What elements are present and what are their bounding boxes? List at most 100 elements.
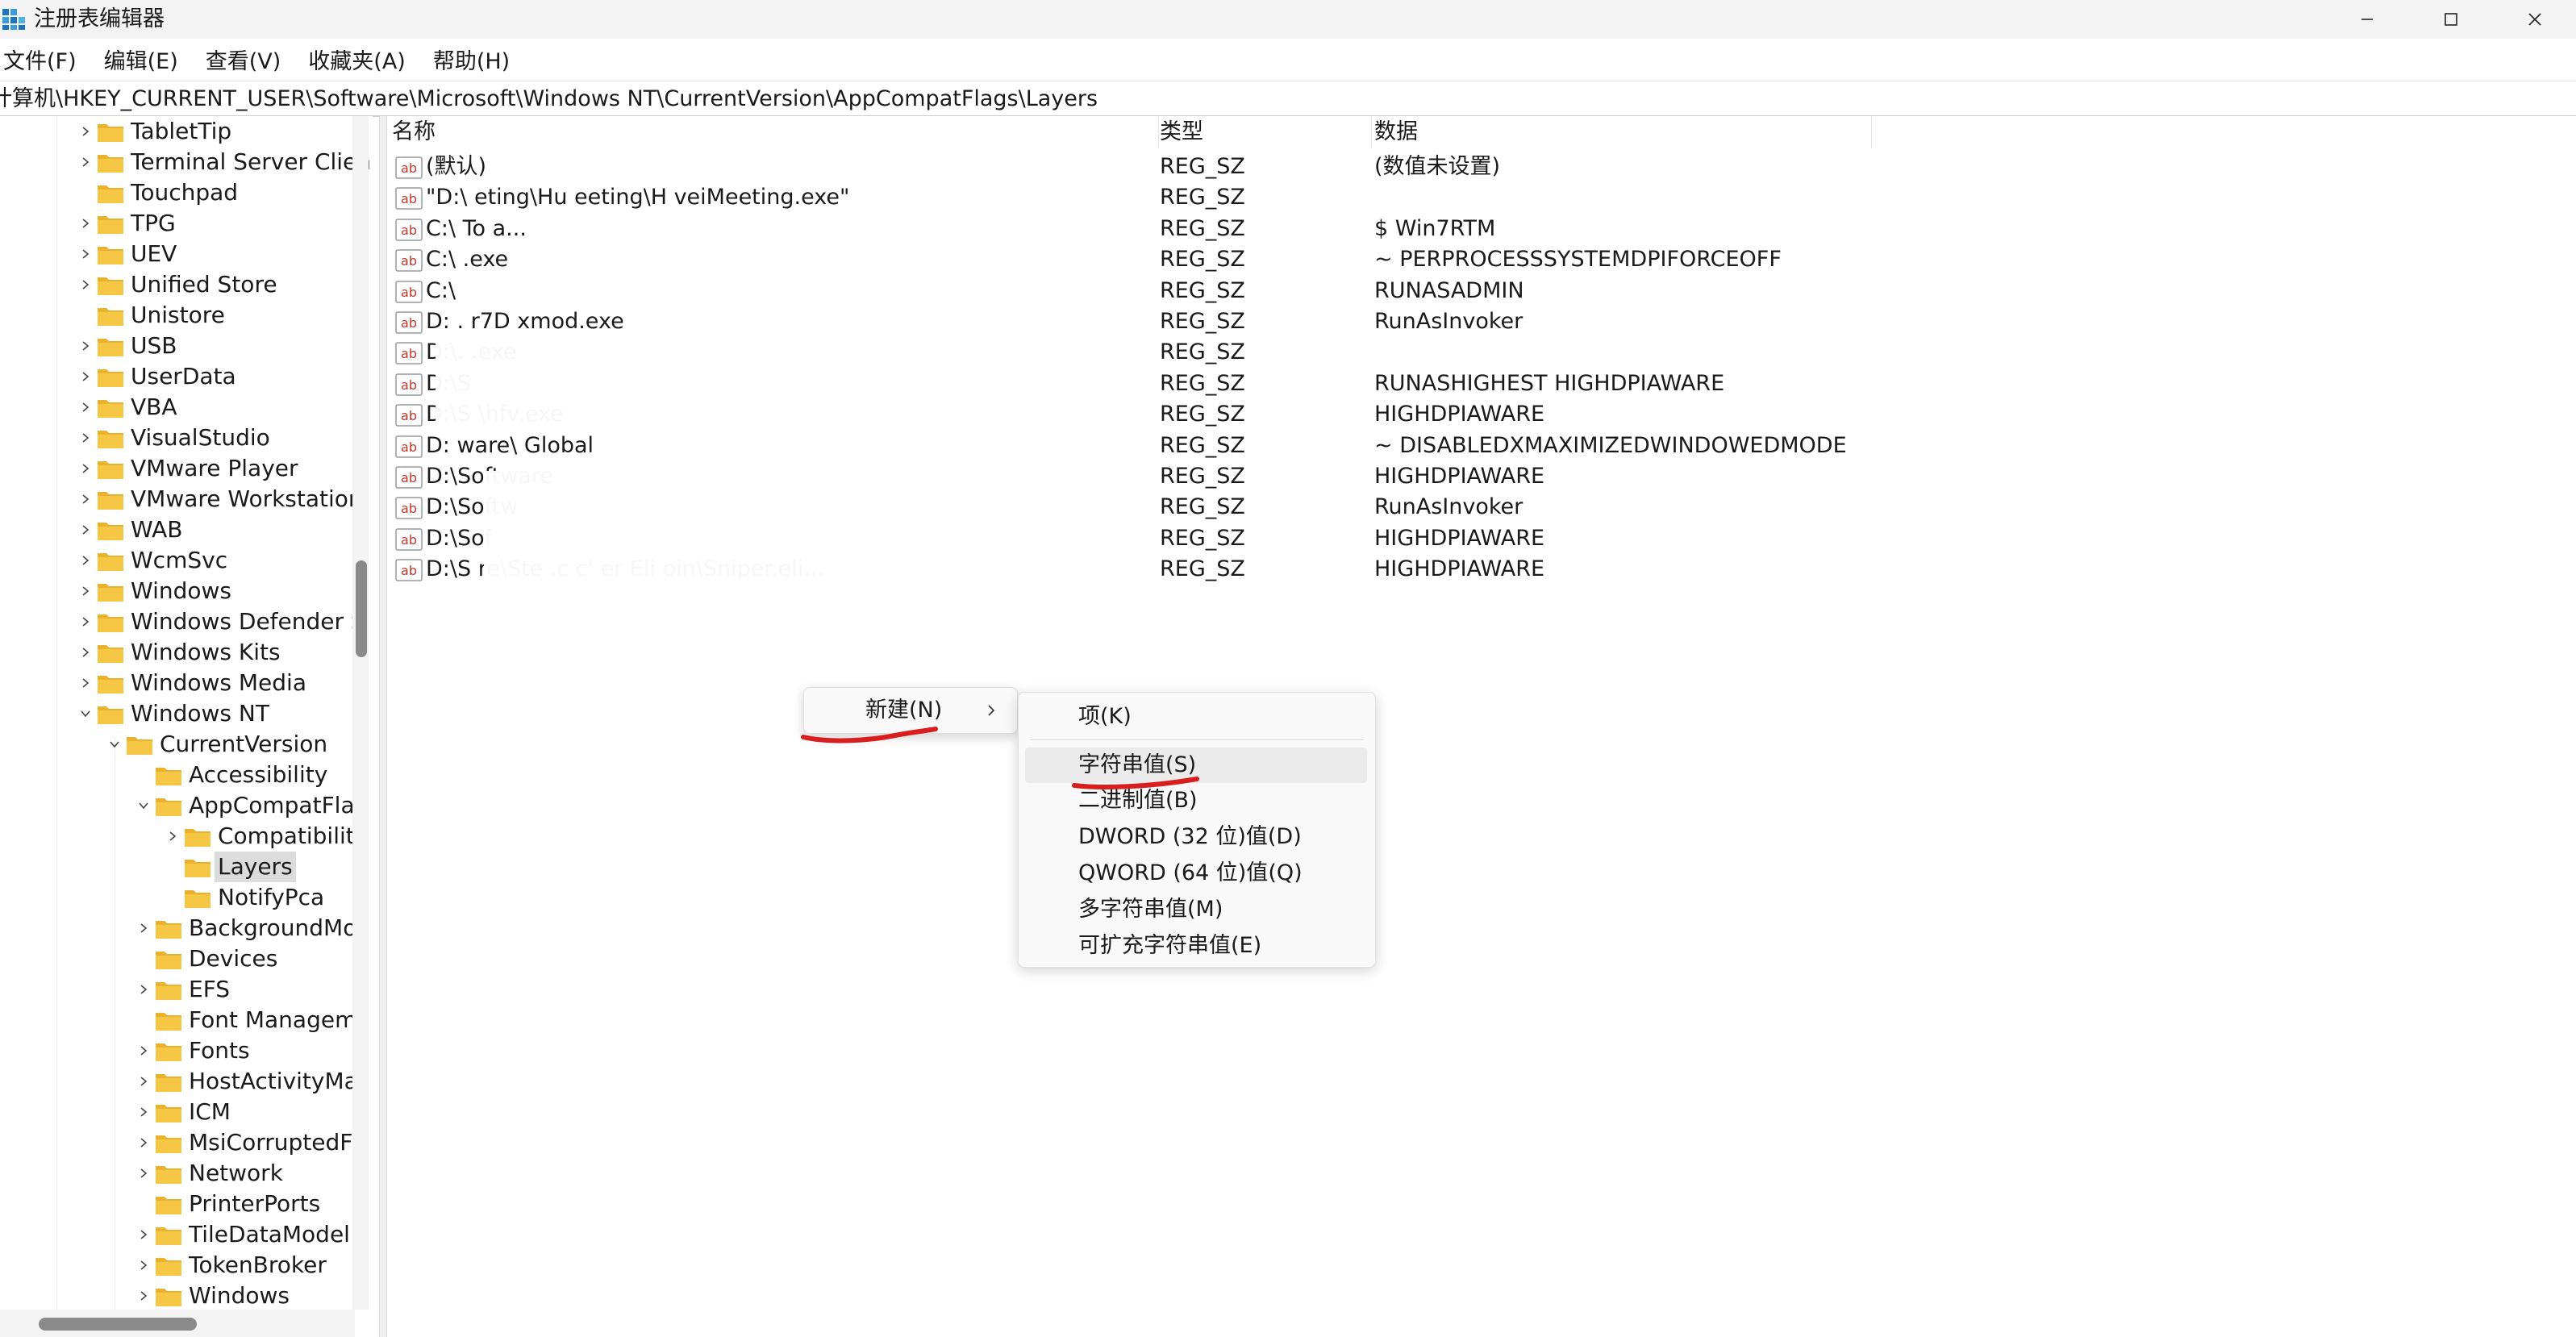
chevron-right-icon[interactable] <box>74 640 97 664</box>
address-path[interactable]: 计算机\HKEY_CURRENT_USER\Software\Microsoft… <box>0 83 1098 115</box>
maximize-button[interactable] <box>2407 0 2495 39</box>
menu-help[interactable]: 帮助(H) <box>430 44 524 81</box>
submenu-item-qword[interactable]: QWORD (64 位)值(Q) <box>1025 856 1367 891</box>
chevron-right-icon[interactable] <box>74 211 97 235</box>
menu-view[interactable]: 查看(V) <box>202 44 296 81</box>
tree-item[interactable]: Windows <box>0 576 355 606</box>
chevron-down-icon[interactable] <box>103 732 126 756</box>
tree-item[interactable]: Touchpad <box>0 177 355 208</box>
tree-item[interactable]: Windows NT <box>0 698 355 729</box>
tree-item[interactable]: Font Managem <box>0 1005 356 1035</box>
tree-item[interactable]: VMware Workstation <box>0 484 363 514</box>
tree-item[interactable]: Windows Kits <box>0 637 355 668</box>
chevron-right-icon[interactable] <box>74 579 97 603</box>
tree-item[interactable]: TileDataModel <box>0 1219 355 1250</box>
minimize-button[interactable] <box>2323 0 2411 39</box>
tree-item[interactable]: HostActivityMa <box>0 1066 358 1097</box>
tree-item[interactable]: Windows Media <box>0 668 355 698</box>
menu-favorites[interactable]: 收藏夹(A) <box>305 44 420 81</box>
tree-item[interactable]: Unified Store <box>0 269 355 300</box>
key-tree[interactable]: TabletTip Terminal Server Clien Touchpad TP… <box>0 116 373 1337</box>
menu-edit[interactable]: 编辑(E) <box>101 44 193 81</box>
pane-splitter[interactable] <box>379 116 387 1337</box>
chevron-right-icon[interactable] <box>74 150 97 174</box>
chevron-right-icon[interactable] <box>74 487 97 511</box>
chevron-right-icon[interactable] <box>132 1069 155 1093</box>
value-row[interactable]: ab "D:\ eting\Hu eeting\H veiMeeting.exe"… <box>387 182 2242 213</box>
tree-item[interactable]: NotifyPca <box>0 882 355 913</box>
value-row[interactable]: ab D: . r7D xmod.exe REG_SZ RunAsInvoker <box>387 306 2242 337</box>
tree-item[interactable]: Accessibility <box>0 760 355 790</box>
chevron-down-icon[interactable] <box>74 702 97 726</box>
column-header-type[interactable]: 类型 <box>1155 116 1372 148</box>
chevron-right-icon[interactable] <box>161 824 184 848</box>
tree-item[interactable]: USB <box>0 331 355 361</box>
chevron-right-icon[interactable] <box>132 916 155 940</box>
tree-item[interactable]: Windows <box>0 1281 355 1311</box>
chevron-right-icon[interactable] <box>132 1131 155 1155</box>
chevron-right-icon[interactable] <box>74 334 97 358</box>
tree-item[interactable]: BackgroundMo <box>0 913 356 943</box>
chevron-right-icon[interactable] <box>132 1161 155 1185</box>
value-row[interactable]: ab (默认) REG_SZ (数值未设置) <box>387 152 2242 182</box>
value-list[interactable]: 名称 类型 数据 ab (默认) REG_SZ (数值未设置) ab "D:\ eting… <box>387 116 2576 1337</box>
submenu-item-key[interactable]: 项(K) <box>1025 699 1367 735</box>
tree-item[interactable]: UserData <box>0 361 355 392</box>
chevron-right-icon[interactable] <box>74 364 97 389</box>
tree-item[interactable]: CurrentVersion <box>0 729 355 760</box>
chevron-right-icon[interactable] <box>132 1284 155 1308</box>
chevron-right-icon[interactable] <box>74 273 97 297</box>
tree-item[interactable]: Devices <box>0 943 355 974</box>
tree-item[interactable]: Fonts <box>0 1035 355 1066</box>
chevron-right-icon[interactable] <box>74 671 97 695</box>
tree-item[interactable]: UEV <box>0 239 355 269</box>
chevron-right-icon[interactable] <box>132 1222 155 1247</box>
tree-item[interactable]: Unistore <box>0 300 355 331</box>
chevron-right-icon[interactable] <box>132 1039 155 1063</box>
tree-item[interactable]: WcmSvc <box>0 545 355 576</box>
tree-item[interactable]: TabletTip <box>0 116 355 147</box>
tree-vertical-scroll-thumb[interactable] <box>356 560 367 657</box>
tree-vertical-scrollbar[interactable] <box>352 116 369 1310</box>
value-row[interactable]: ab D: ware\ Global REG_SZ ~ DISABLEDXMAXIMI… <box>387 431 2242 461</box>
tree-item[interactable]: EFS <box>0 974 355 1005</box>
column-header-name[interactable]: 名称 <box>387 116 1159 148</box>
chevron-right-icon[interactable] <box>74 242 97 266</box>
tree-item[interactable]: TPG <box>0 208 355 239</box>
submenu-item-string[interactable]: 字符串值(S) <box>1025 748 1367 783</box>
close-button[interactable] <box>2491 0 2576 39</box>
chevron-right-icon[interactable] <box>132 1100 155 1124</box>
value-row[interactable]: ab C:\ .exe REG_SZ ~ PERPROCESSSYSTEMDPIFOR… <box>387 244 2242 275</box>
submenu-item-multi-string[interactable]: 多字符串值(M) <box>1025 892 1367 927</box>
tree-item[interactable]: MsiCorruptedFi <box>0 1127 357 1158</box>
tree-item[interactable]: ICM <box>0 1097 355 1127</box>
chevron-right-icon[interactable] <box>132 1253 155 1277</box>
tree-item[interactable]: PrinterPorts <box>0 1189 355 1219</box>
tree-item[interactable]: Compatibility <box>0 821 368 852</box>
chevron-right-icon[interactable] <box>74 119 97 144</box>
value-row[interactable]: ab C:\ REG_SZ RUNASADMIN <box>387 276 2242 306</box>
tree-item[interactable]: WAB <box>0 514 355 545</box>
tree-item[interactable]: AppCompatFlag <box>0 790 369 821</box>
chevron-right-icon[interactable] <box>74 610 97 634</box>
chevron-right-icon[interactable] <box>74 395 97 419</box>
tree-item[interactable]: TokenBroker <box>0 1250 355 1281</box>
submenu-item-expandable-string[interactable]: 可扩充字符串值(E) <box>1025 928 1367 964</box>
tree-horizontal-scroll-thumb[interactable] <box>39 1318 197 1331</box>
chevron-right-icon[interactable] <box>132 977 155 1002</box>
chevron-right-icon[interactable] <box>74 518 97 542</box>
chevron-right-icon[interactable] <box>74 426 97 450</box>
tree-item[interactable]: Network <box>0 1158 355 1189</box>
tree-item[interactable]: VBA <box>0 392 355 423</box>
tree-item[interactable]: Windows Defender S <box>0 606 365 637</box>
tree-item[interactable]: VMware Player <box>0 453 355 484</box>
chevron-right-icon[interactable] <box>74 456 97 481</box>
value-row[interactable]: ab C:\ To a... REG_SZ $ Win7RTM <box>387 214 2242 244</box>
chevron-down-icon[interactable] <box>132 793 155 818</box>
menu-file[interactable]: 文件(F) <box>0 44 91 81</box>
column-header-data[interactable]: 数据 <box>1369 116 1872 148</box>
submenu-item-dword[interactable]: DWORD (32 位)值(D) <box>1025 819 1367 855</box>
address-bar[interactable]: 计算机\HKEY_CURRENT_USER\Software\Microsoft… <box>0 81 2576 117</box>
tree-item[interactable]: Layers <box>0 852 355 882</box>
context-menu-new[interactable]: 新建(N) <box>804 688 1017 733</box>
